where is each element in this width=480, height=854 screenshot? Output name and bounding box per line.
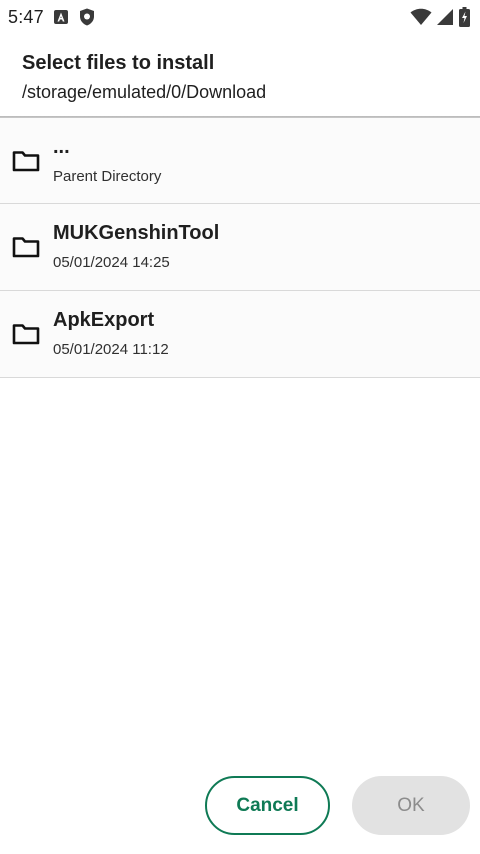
status-right bbox=[410, 7, 470, 27]
file-subtitle: 05/01/2024 14:25 bbox=[53, 254, 170, 271]
shield-icon bbox=[78, 8, 96, 26]
dialog-title: Select files to install bbox=[22, 52, 215, 74]
file-name: ... bbox=[53, 135, 70, 158]
signal-icon bbox=[436, 8, 454, 26]
status-bar: 5:47 bbox=[0, 0, 480, 34]
file-row-mukgenshintool[interactable]: MUKGenshinTool 05/01/2024 14:25 bbox=[0, 204, 480, 291]
file-text: ... Parent Directory bbox=[53, 135, 161, 187]
cancel-button[interactable]: Cancel bbox=[205, 776, 330, 835]
status-left: 5:47 bbox=[8, 7, 96, 28]
file-text: ApkExport 05/01/2024 11:12 bbox=[53, 308, 169, 360]
file-subtitle: 05/01/2024 11:12 bbox=[53, 341, 169, 358]
file-subtitle: Parent Directory bbox=[53, 167, 162, 185]
battery-charging-icon bbox=[458, 7, 470, 27]
folder-icon bbox=[12, 235, 42, 259]
ok-button[interactable]: OK bbox=[352, 776, 470, 835]
dialog-header: Select files to install /storage/emulate… bbox=[0, 34, 480, 118]
file-text: MUKGenshinTool 05/01/2024 14:25 bbox=[53, 221, 219, 273]
file-row-apkexport[interactable]: ApkExport 05/01/2024 11:12 bbox=[0, 291, 480, 378]
file-name: MUKGenshinTool bbox=[53, 222, 220, 244]
file-list: ... Parent Directory MUKGenshinTool 05/0… bbox=[0, 118, 480, 378]
file-row-parent-directory[interactable]: ... Parent Directory bbox=[0, 118, 480, 204]
current-path: /storage/emulated/0/Download bbox=[22, 82, 267, 102]
folder-icon bbox=[12, 322, 42, 346]
file-name: ApkExport bbox=[53, 309, 155, 331]
font-a-icon bbox=[52, 8, 70, 26]
folder-icon bbox=[12, 149, 42, 173]
status-time: 5:47 bbox=[8, 6, 44, 27]
wifi-icon bbox=[410, 8, 432, 26]
